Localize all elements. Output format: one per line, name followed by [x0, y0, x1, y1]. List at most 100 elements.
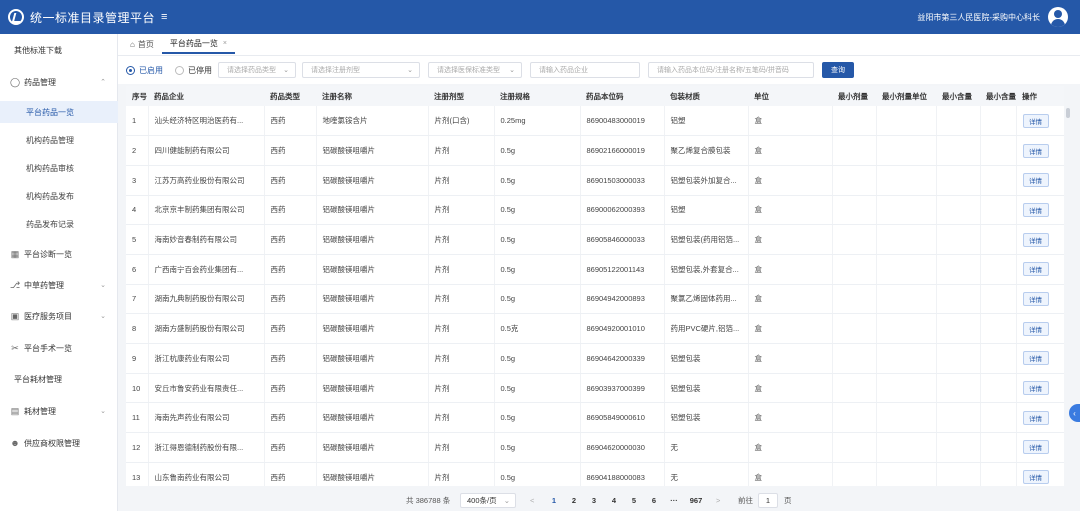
table-cell: 86905846000033 [580, 224, 665, 255]
radio-label: 已启用 [139, 65, 163, 75]
menu-toggle-icon[interactable]: ≡ [161, 11, 167, 23]
page-967-button[interactable]: 967 [686, 496, 706, 505]
table-row[interactable]: 8 湖南方盛制药股份有限公司 西药 铝碳酸镁咀嚼片 片剂 0.5克 869049200010… [126, 313, 1064, 344]
detail-button[interactable]: 详情 [1022, 262, 1049, 277]
column-header: 注册规格 [494, 86, 580, 106]
page-4-button[interactable]: 4 [607, 496, 621, 505]
table-row[interactable]: 2 四川健能制药有限公司 西药 铝碳酸镁咀嚼片 片剂 0.5g 86902166000019… [126, 135, 1064, 166]
chevron-down-icon: ⌄ [100, 408, 106, 415]
close-icon[interactable]: × [223, 40, 227, 47]
detail-button[interactable]: 详情 [1022, 470, 1049, 485]
tab-platform-drug-list[interactable]: 平台药品一览 × [161, 36, 235, 54]
sidebar-item-other-standards-download[interactable]: 其他标准下载 [0, 40, 118, 60]
table-cell [936, 195, 981, 226]
table-row[interactable]: 4 北京京丰制药集团有限公司 西药 铝碳酸镁咀嚼片 片剂 0.5g 869000620003… [126, 195, 1064, 226]
page-5-button[interactable]: 5 [627, 496, 641, 505]
table-row[interactable]: 3 江苏万高药业股份有限公司 西药 铝碳酸镁咀嚼片 片剂 0.5g 869015030000… [126, 165, 1064, 196]
sidebar-item-institution-drug-publish[interactable]: 机构药品发布 [0, 185, 118, 207]
sidebar-item-platform-diagnosis-list[interactable]: ▦ 平台诊断一览 [0, 244, 118, 264]
table-cell [936, 402, 981, 434]
sidebar-item-platform-surgery-list[interactable]: ✂ 平台手术一览 [0, 338, 118, 358]
sidebar-item-herbal-medicine-management[interactable]: ⎇ 中草药管理 ⌄ [0, 275, 118, 295]
radio-enabled[interactable]: 已启用 [126, 65, 163, 76]
table-cell: 铝塑包装 [664, 402, 749, 434]
table-row[interactable]: 5 海南妙音春制药有限公司 西药 铝碳酸镁咀嚼片 片剂 0.5g 8690584600003… [126, 224, 1064, 255]
sidebar-group-drug-management[interactable]: ◯ 药品管理 ⌃ [0, 72, 118, 92]
table-cell: 0.5g [494, 195, 581, 226]
sidebar-item-institution-drug-management[interactable]: 机构药品管理 [0, 129, 118, 151]
table-cell: 西药 [264, 195, 317, 226]
page-size-select[interactable]: 400条/页 ⌄ [460, 492, 516, 508]
registration-dosage-select[interactable]: 请选择注册剂型 ⌄ [302, 62, 420, 78]
table-cell [876, 195, 937, 226]
drug-type-select[interactable]: 请选择药品类型 ⌄ [218, 62, 296, 78]
table-cell [832, 284, 877, 315]
page-2-button[interactable]: 2 [567, 496, 581, 505]
sidebar-item-drug-publish-records[interactable]: 药品发布记录 [0, 213, 118, 235]
table-cell: 聚乙烯复合膜包装 [664, 135, 749, 166]
table-cell [936, 373, 981, 404]
table-cell: 湖南九典制药股份有限公司 [148, 284, 265, 315]
table-cell: 盒 [748, 432, 833, 463]
table-cell [980, 165, 1017, 196]
table-row[interactable]: 9 浙江杭康药业有限公司 西药 铝碳酸镁咀嚼片 片剂 0.5g 86904642000339… [126, 343, 1064, 374]
detail-button[interactable]: 详情 [1022, 410, 1049, 425]
detail-button[interactable]: 详情 [1022, 351, 1049, 366]
tab-label: 首页 [137, 40, 154, 49]
table-cell [876, 373, 937, 404]
detail-button[interactable]: 详情 [1022, 202, 1049, 217]
table-row[interactable]: 1 汕头经济特区明治医药有... 西药 地喹氯铵含片 片剂(口含) 0.25mg 86900… [126, 106, 1064, 137]
avatar[interactable] [1048, 7, 1068, 27]
table-row[interactable]: 7 湖南九典制药股份有限公司 西药 铝碳酸镁咀嚼片 片剂 0.5g 869049420008… [126, 284, 1064, 315]
more-pages-button[interactable]: ··· [667, 496, 681, 505]
table-cell: 11 [126, 402, 149, 434]
table-row[interactable]: 6 广西南宁百会药业集团有... 西药 铝碳酸镁咀嚼片 片剂 0.5g 8690512200… [126, 254, 1064, 285]
page-6-button[interactable]: 6 [647, 496, 661, 505]
page-1-button[interactable]: 1 [547, 496, 561, 505]
detail-button[interactable]: 详情 [1022, 173, 1049, 188]
detail-button[interactable]: 详情 [1022, 113, 1049, 128]
sidebar-item-platform-drug-list[interactable]: 平台药品一览 [0, 101, 118, 123]
input-placeholder: 请输入药品企业 [539, 67, 588, 74]
sidebar-item-medical-service-items[interactable]: ▣ 医疗服务项目 ⌄ [0, 306, 118, 326]
user-info[interactable]: 益阳市第三人民医院-采购中心科长 [917, 12, 1040, 23]
column-header: 最小含量 [936, 86, 980, 106]
table-row[interactable]: 10 安丘市鲁安药业有限责任... 西药 铝碳酸镁咀嚼片 片剂 0.5g 869039370… [126, 373, 1064, 404]
medical-insurance-type-select[interactable]: 请选择医保标准类型 ⌄ [428, 62, 522, 78]
detail-button[interactable]: 详情 [1022, 440, 1049, 455]
vertical-scrollbar[interactable] [1066, 108, 1070, 118]
chevron-left-icon[interactable]: ‹ [1069, 404, 1080, 422]
table-cell [832, 373, 877, 404]
enterprise-input[interactable]: 请输入药品企业 [530, 62, 640, 78]
detail-button[interactable]: 详情 [1022, 143, 1049, 158]
home-icon: ⌂ [130, 40, 135, 49]
table-row[interactable]: 12 浙江得恩德制药股份有限... 西药 铝碳酸镁咀嚼片 片剂 0.5g 869046200… [126, 432, 1064, 463]
code-name-search-input[interactable]: 请输入药品本位码/注册名称/五笔码/拼音码 [648, 62, 814, 78]
detail-button[interactable]: 详情 [1022, 232, 1049, 247]
table-cell: 片剂 [428, 254, 495, 285]
table-cell: 86902166000019 [580, 135, 665, 166]
table-cell [980, 373, 1017, 404]
detail-button[interactable]: 详情 [1022, 321, 1049, 336]
sidebar-item-platform-consumables-management[interactable]: 平台耗材管理 [0, 369, 118, 389]
detail-button[interactable]: 详情 [1022, 381, 1049, 396]
table-cell: 4 [126, 195, 149, 226]
table-cell: 86903937000399 [580, 373, 665, 404]
sidebar-item-institution-drug-review[interactable]: 机构药品审核 [0, 157, 118, 179]
sidebar-item-consumables-management[interactable]: ▤ 耗材管理 ⌄ [0, 401, 118, 421]
tab-home[interactable]: ⌂ 首页 [122, 36, 162, 54]
table-row[interactable]: 11 海南先声药业有限公司 西药 铝碳酸镁咀嚼片 片剂 0.5g 8690584900061… [126, 402, 1064, 434]
table-row[interactable]: 13 山东鲁南药业有限公司 西药 铝碳酸镁咀嚼片 片剂 0.5g 8690418800008… [126, 462, 1064, 486]
page-3-button[interactable]: 3 [587, 496, 601, 505]
next-page-button[interactable]: > [716, 496, 720, 505]
table-cell [832, 313, 877, 344]
prev-page-button[interactable]: < [530, 496, 534, 505]
search-button[interactable]: 查询 [822, 62, 854, 78]
herb-icon: ⎇ [9, 279, 21, 290]
scissors-icon: ✂ [11, 342, 19, 353]
sidebar-item-label: 耗材管理 [24, 406, 56, 416]
detail-button[interactable]: 详情 [1022, 291, 1049, 306]
goto-page-input[interactable]: 1 [758, 492, 778, 508]
radio-disabled[interactable]: 已停用 [175, 65, 212, 76]
sidebar-item-supplier-permission-management[interactable]: ☻ 供应商权限管理 [0, 433, 118, 453]
